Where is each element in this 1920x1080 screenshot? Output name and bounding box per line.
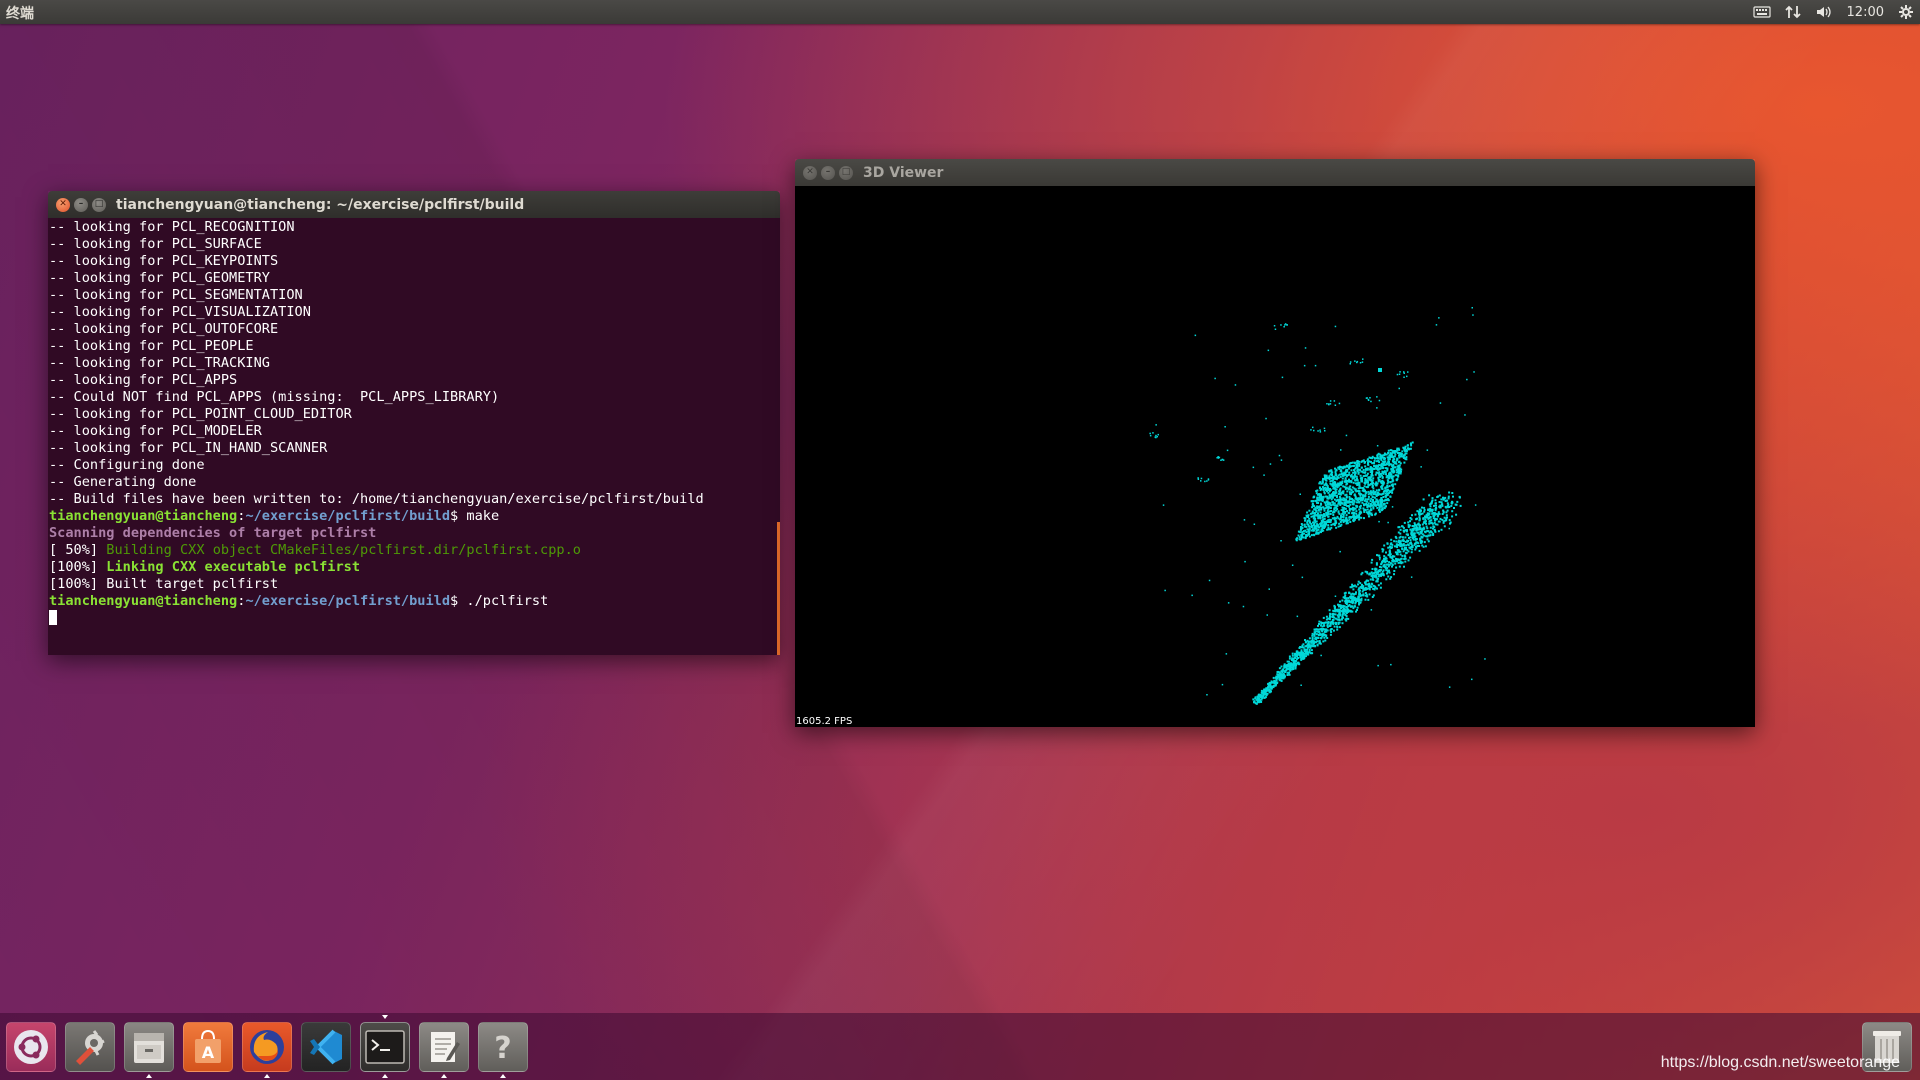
viewer-canvas[interactable]: 1605.2 FPS	[795, 186, 1755, 727]
files-button[interactable]	[124, 1022, 174, 1078]
built-line: [100%] Built target pclfirst	[49, 576, 279, 592]
terminal-button[interactable]	[360, 1015, 410, 1078]
build-line: [ 50%] Building CXX object CMakeFiles/pc…	[49, 542, 581, 558]
indicator-area: 12:00	[1752, 0, 1914, 24]
network-icon[interactable]	[1784, 0, 1801, 24]
terminal-titlebar[interactable]: ✕ – □ tianchengyuan@tiancheng: ~/exercis…	[48, 191, 780, 218]
log-line: -- looking for PCL_RECOGNITION	[49, 219, 295, 235]
fps-readout: 1605.2 FPS	[796, 716, 853, 727]
log-line: -- Generating done	[49, 474, 197, 490]
minimize-icon[interactable]: –	[821, 165, 835, 180]
system-settings-button[interactable]	[65, 1022, 115, 1072]
log-line: -- looking for PCL_SEGMENTATION	[49, 287, 303, 303]
launcher-dock: A ? https://blog.csdn.net/sweetorange	[0, 1013, 1920, 1080]
log-line: -- looking for PCL_MODELER	[49, 423, 262, 439]
log-line: -- Could NOT find PCL_APPS (missing: PCL…	[49, 389, 500, 405]
watermark-url: https://blog.csdn.net/sweetorange	[1660, 1054, 1900, 1071]
top-panel: 终端 12:00	[0, 0, 1920, 24]
log-line: -- looking for PCL_KEYPOINTS	[49, 253, 279, 269]
running-indicator	[264, 1074, 270, 1078]
svg-text:A: A	[202, 1043, 215, 1062]
text-editor-button[interactable]	[419, 1022, 469, 1078]
firefox-icon	[250, 1030, 284, 1064]
log-line: -- looking for PCL_SURFACE	[49, 236, 262, 252]
log-line: -- looking for PCL_POINT_CLOUD_EDITOR	[49, 406, 352, 422]
terminal-window[interactable]: ✕ – □ tianchengyuan@tiancheng: ~/exercis…	[48, 191, 780, 655]
prompt-line: tianchengyuan@tiancheng:~/exercise/pclfi…	[49, 593, 549, 609]
question-mark-icon: ?	[494, 1031, 511, 1066]
shopping-bag-icon: A	[195, 1029, 221, 1063]
help-button[interactable]: ?	[478, 1022, 528, 1078]
software-center-button[interactable]: A	[183, 1022, 233, 1072]
clock[interactable]: 12:00	[1847, 0, 1884, 24]
log-line: -- looking for PCL_GEOMETRY	[49, 270, 270, 286]
log-line: -- looking for PCL_OUTOFCORE	[49, 321, 279, 337]
terminal-icon	[365, 1030, 405, 1064]
terminal-output[interactable]: -- looking for PCL_RECOGNITION -- looking…	[48, 218, 780, 655]
text-cursor	[49, 610, 57, 625]
close-icon[interactable]: ✕	[803, 165, 817, 180]
firefox-button[interactable]	[242, 1022, 292, 1078]
log-line: -- Build files have been written to: /ho…	[49, 491, 704, 507]
maximize-icon[interactable]: □	[92, 197, 106, 212]
viewer-title: 3D Viewer	[863, 164, 944, 181]
link-line: [100%] Linking CXX executable pclfirst	[49, 559, 361, 575]
focus-indicator	[382, 1015, 388, 1019]
ubuntu-logo-icon	[14, 1030, 48, 1064]
log-line: -- looking for PCL_IN_HAND_SCANNER	[49, 440, 328, 456]
vscode-icon	[310, 1029, 342, 1065]
gear-icon[interactable]	[1898, 0, 1914, 24]
text-editor-icon	[431, 1032, 460, 1062]
scrollbar[interactable]	[777, 522, 780, 655]
log-line: -- looking for PCL_PEOPLE	[49, 338, 254, 354]
viewer-titlebar[interactable]: ✕ – □ 3D Viewer	[795, 159, 1755, 186]
running-indicator	[382, 1074, 388, 1078]
minimize-icon[interactable]: –	[74, 197, 88, 212]
scanning-line: Scanning dependencies of target pclfirst	[49, 525, 377, 541]
dash-home-button[interactable]	[6, 1022, 56, 1072]
active-app-title: 终端	[6, 6, 34, 22]
log-line: -- Configuring done	[49, 457, 205, 473]
command-text: make	[466, 508, 500, 524]
settings-icon	[76, 1030, 105, 1065]
close-icon[interactable]: ✕	[56, 197, 70, 212]
svg-text:?: ?	[494, 1031, 511, 1066]
point-cloud	[1149, 307, 1486, 705]
cursor-line	[49, 610, 780, 627]
running-indicator	[500, 1074, 506, 1078]
file-cabinet-icon	[134, 1033, 164, 1063]
log-line: -- looking for PCL_APPS	[49, 372, 238, 388]
viewer-window[interactable]: ✕ – □ 3D Viewer 1605.2 FPS	[795, 159, 1755, 727]
log-line: -- looking for PCL_VISUALIZATION	[49, 304, 311, 320]
prompt-line: tianchengyuan@tiancheng:~/exercise/pclfi…	[49, 508, 500, 524]
running-indicator	[146, 1074, 152, 1078]
volume-icon[interactable]	[1815, 0, 1833, 24]
maximize-icon[interactable]: □	[839, 165, 853, 180]
log-line: -- looking for PCL_TRACKING	[49, 355, 270, 371]
keyboard-icon[interactable]	[1752, 0, 1771, 24]
running-indicator	[441, 1074, 447, 1078]
terminal-title: tianchengyuan@tiancheng: ~/exercise/pclf…	[116, 196, 525, 213]
command-text: ./pclfirst	[466, 593, 549, 609]
vscode-button[interactable]	[301, 1022, 351, 1072]
